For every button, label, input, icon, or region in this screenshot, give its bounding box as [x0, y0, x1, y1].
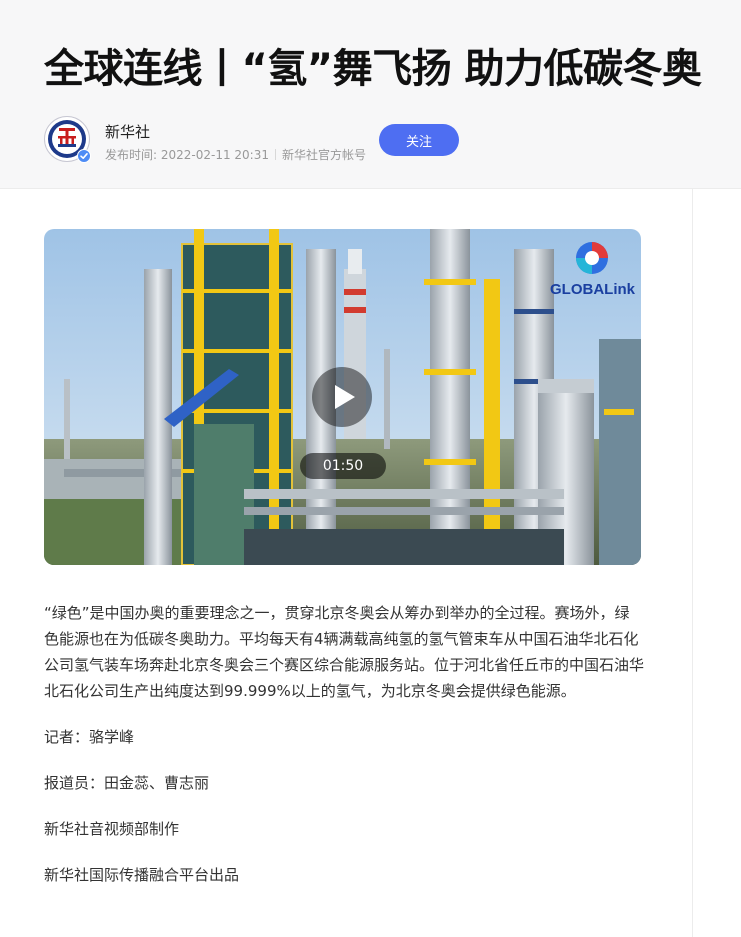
- production-credit: 新华社音视频部制作: [44, 820, 180, 838]
- article-body: “绿色”是中国办奥的重要理念之一，贯穿北京冬奥会从筹办到举办的全过程。赛场外，绿…: [44, 600, 644, 908]
- publish-meta: 发布时间: 2022-02-11 20:31 新华社官方帐号: [105, 146, 366, 163]
- video-player[interactable]: GLOBALink 01:50: [44, 229, 641, 565]
- article-paragraph: “绿色”是中国办奥的重要理念之一，贯穿北京冬奥会从筹办到举办的全过程。赛场外，绿…: [44, 604, 645, 700]
- article-header: 全球连线丨“氢”舞飞扬 助力低碳冬奥 新华社 发布时间: 2022-02-11 …: [0, 0, 741, 189]
- sidebar-divider: [692, 188, 693, 937]
- follow-button[interactable]: 关注: [379, 124, 459, 156]
- avatar[interactable]: [44, 116, 91, 163]
- brand-text: GLOBALink: [550, 281, 635, 298]
- author-name[interactable]: 新华社: [105, 121, 150, 142]
- author-row: 新华社 发布时间: 2022-02-11 20:31 新华社官方帐号 关注: [44, 116, 724, 164]
- account-type: 新华社官方帐号: [282, 148, 367, 162]
- correspondent-credit: 报道员：田金蕊、曹志丽: [44, 774, 210, 792]
- play-button[interactable]: [312, 367, 372, 427]
- reporter-credit: 记者：骆学峰: [44, 728, 135, 746]
- globalink-logo-icon: [576, 242, 608, 274]
- globalink-brand: GLOBALink: [550, 241, 635, 305]
- publish-time: 发布时间: 2022-02-11 20:31: [105, 148, 269, 162]
- video-duration: 01:50: [300, 453, 386, 479]
- meta-divider: [275, 149, 276, 160]
- verified-badge-icon: [77, 149, 91, 163]
- play-icon: [335, 385, 355, 409]
- page-title: 全球连线丨“氢”舞飞扬 助力低碳冬奥: [44, 46, 702, 92]
- publisher-credit: 新华社国际传播融合平台出品: [44, 866, 240, 884]
